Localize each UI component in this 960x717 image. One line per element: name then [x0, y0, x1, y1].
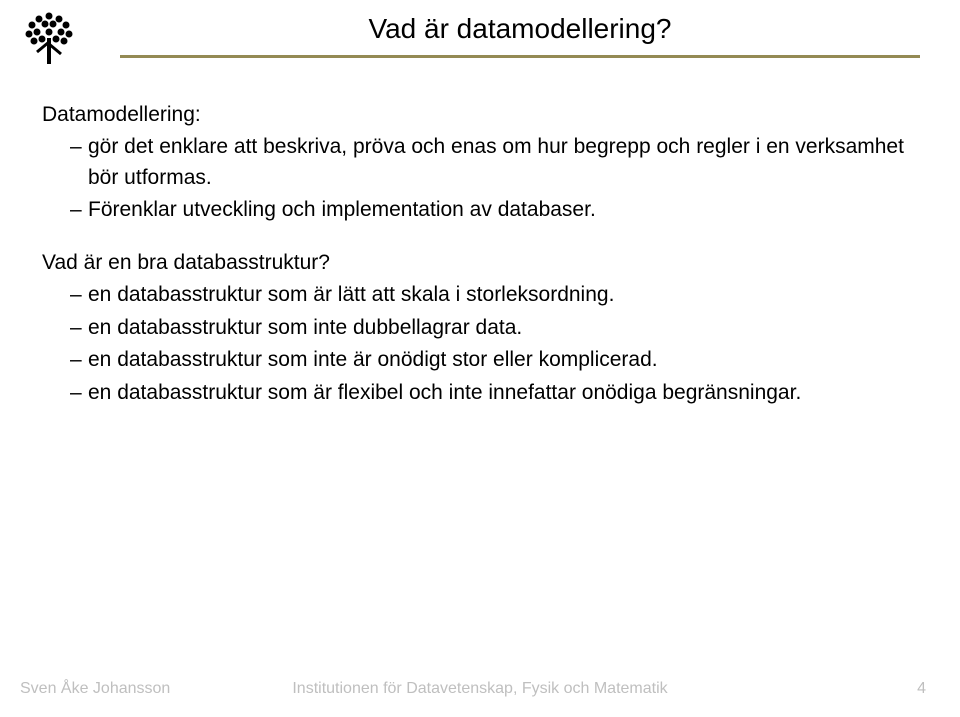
slide-title: Vad är datamodellering? — [120, 12, 920, 46]
section1-heading: Datamodellering: — [42, 100, 918, 130]
title-bar: Vad är datamodellering? — [120, 12, 920, 58]
list-item: Förenklar utveckling och implementation … — [70, 195, 918, 225]
slide: Vad är datamodellering? Datamodellering:… — [0, 0, 960, 717]
footer: Sven Åke Johansson Institutionen för Dat… — [0, 675, 960, 703]
list-item: en databasstruktur som är flexibel och i… — [70, 378, 918, 408]
tree-dots-icon — [20, 8, 78, 66]
section2-list: en databasstruktur som är lätt att skala… — [42, 280, 918, 408]
slide-content: Datamodellering: gör det enklare att bes… — [42, 100, 918, 430]
list-item: gör det enklare att beskriva, pröva och … — [70, 132, 918, 193]
list-item: en databasstruktur som är lätt att skala… — [70, 280, 918, 310]
section2-heading: Vad är en bra databasstruktur? — [42, 248, 918, 278]
footer-page-number: 4 — [917, 680, 926, 698]
footer-author: Sven Åke Johansson — [20, 680, 170, 698]
list-item: en databasstruktur som inte dubbellagrar… — [70, 313, 918, 343]
section1-list: gör det enklare att beskriva, pröva och … — [42, 132, 918, 225]
list-item: en databasstruktur som inte är onödigt s… — [70, 345, 918, 375]
footer-institution: Institutionen för Datavetenskap, Fysik o… — [292, 680, 667, 698]
